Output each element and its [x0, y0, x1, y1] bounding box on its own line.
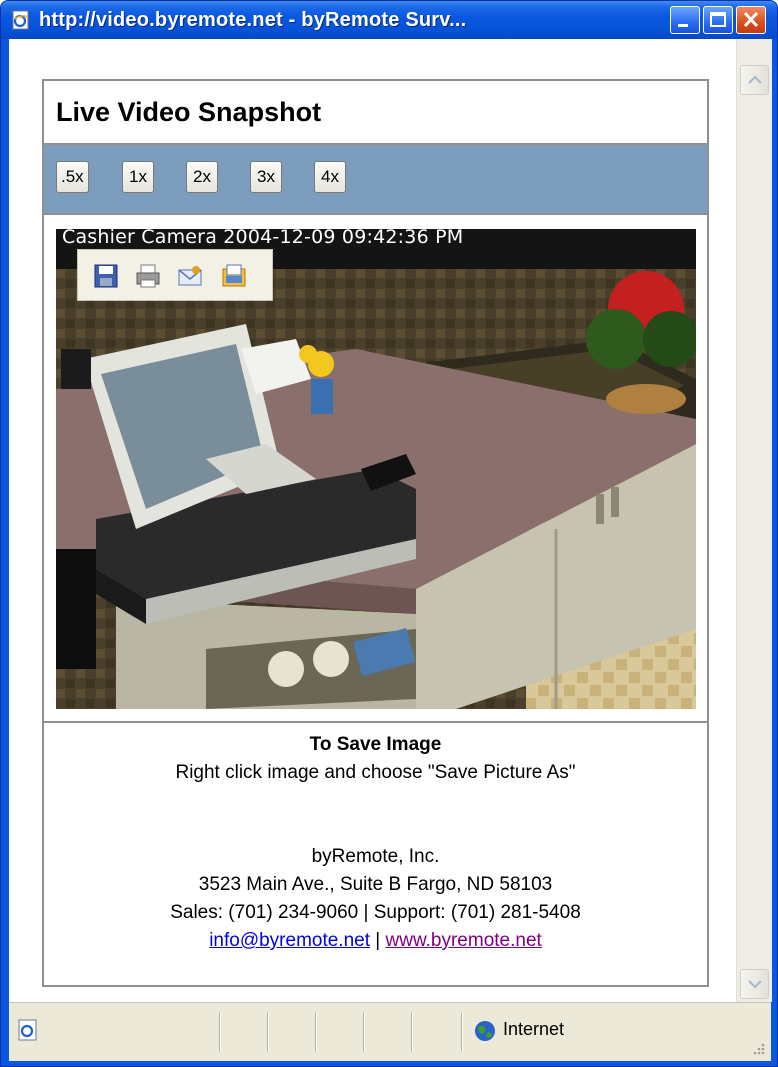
browser-content: Live Video Snapshot .5x 1x 2x 3x 4x Cash… [9, 39, 772, 1002]
zoom-0.5x-button[interactable]: .5x [56, 161, 89, 193]
security-zone-label: Internet [503, 1019, 565, 1039]
resize-grip-icon[interactable] [751, 1041, 765, 1055]
footer-info: To Save Image Right click image and choo… [44, 731, 707, 955]
close-icon [743, 11, 759, 28]
status-separator [411, 1013, 412, 1051]
save-icon[interactable] [92, 262, 120, 290]
zoom-2x-button[interactable]: 2x [186, 161, 218, 193]
snapshot-panel: Live Video Snapshot .5x 1x 2x 3x 4x Cash… [42, 79, 709, 987]
internet-globe-icon [475, 1021, 495, 1041]
status-separator [315, 1013, 316, 1051]
scroll-up-button[interactable] [740, 65, 769, 95]
minimize-icon [678, 24, 688, 27]
link-separator: | [375, 930, 381, 951]
minimize-button[interactable] [670, 6, 700, 34]
page-title: Live Video Snapshot [56, 97, 322, 127]
camera-photo [56, 229, 696, 709]
status-separator [363, 1013, 364, 1051]
scroll-down-button[interactable] [740, 969, 769, 999]
company-name: byRemote, Inc. [311, 846, 440, 867]
contact-links: info@byremote.net | www.byremote.net [44, 927, 707, 955]
close-button[interactable] [736, 6, 766, 34]
page-heading-bar: Live Video Snapshot [44, 81, 707, 145]
title-bar[interactable]: http://video.byremote.net - byRemote Sur… [1, 1, 777, 39]
company-phones: Sales: (701) 234-9060 | Support: (701) 2… [170, 902, 581, 923]
browser-window: http://video.byremote.net - byRemote Sur… [0, 0, 778, 1067]
maximize-button[interactable] [703, 6, 733, 34]
my-pictures-icon[interactable] [220, 262, 248, 290]
email-link[interactable]: info@byremote.net [209, 930, 370, 951]
ie-page-icon [12, 10, 29, 30]
footer-divider [44, 721, 707, 723]
save-instructions: Right click image and choose "Save Pictu… [175, 762, 576, 783]
maximize-icon [710, 12, 726, 27]
mail-icon[interactable] [176, 262, 204, 290]
zoom-toolbar: .5x 1x 2x 3x 4x [44, 145, 707, 215]
zoom-4x-button[interactable]: 4x [314, 161, 346, 193]
image-toolbar [77, 249, 273, 301]
camera-caption: Cashier Camera 2004-12-09 09:42:36 PM [62, 229, 464, 248]
website-link[interactable]: www.byremote.net [386, 930, 542, 951]
save-title: To Save Image [309, 734, 442, 755]
chevron-up-icon [748, 75, 762, 84]
camera-snapshot-image[interactable]: Cashier Camera 2004-12-09 09:42:36 PM [56, 229, 696, 709]
zoom-3x-button[interactable]: 3x [250, 161, 282, 193]
ie-page-icon [18, 1019, 37, 1041]
status-bar: Internet [9, 1002, 771, 1061]
company-address: 3523 Main Ave., Suite B Fargo, ND 58103 [198, 874, 553, 895]
status-separator [219, 1013, 220, 1051]
vertical-scrollbar[interactable] [736, 39, 772, 1002]
print-icon[interactable] [134, 262, 162, 290]
chevron-down-icon [748, 980, 762, 989]
window-title: http://video.byremote.net - byRemote Sur… [39, 9, 467, 31]
status-separator [267, 1013, 268, 1051]
status-separator [461, 1013, 462, 1051]
zoom-1x-button[interactable]: 1x [122, 161, 154, 193]
